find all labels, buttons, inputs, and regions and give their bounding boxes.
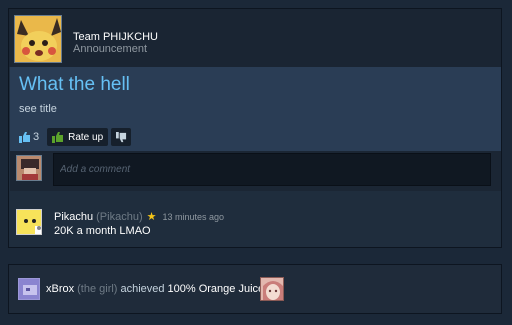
vote-row: 3 Rate up — [19, 127, 132, 147]
comment-item: Pikachu (Pikachu) ★ 13 minutes ago 20K a… — [10, 199, 501, 245]
comment-input[interactable] — [53, 153, 491, 186]
thumbs-down-icon — [115, 131, 126, 142]
upvote-count: 3 — [33, 131, 40, 143]
comment-compose — [10, 151, 501, 191]
achievement-icon[interactable] — [260, 277, 284, 301]
comment-meta: Pikachu (Pikachu) ★ 13 minutes ago — [54, 210, 224, 223]
rate-up-label: Rate up — [68, 131, 104, 143]
comment-author-alias: (Pikachu) — [96, 211, 143, 223]
user-avatar-icon — [19, 279, 39, 299]
comment-text: 20K a month LMAO — [54, 225, 151, 237]
thumbs-up-icon — [52, 132, 64, 143]
pikachu-avatar-icon — [17, 210, 41, 234]
comment-timestamp: 13 minutes ago — [162, 212, 225, 222]
achievement-name[interactable]: 100% Orange Juice — [168, 283, 265, 295]
thumbs-up-count-icon — [19, 132, 30, 143]
pikachu-face-icon — [15, 16, 61, 62]
rate-down-button[interactable] — [111, 128, 132, 146]
post-text: see title — [19, 103, 57, 115]
anime-girl-icon — [261, 278, 283, 300]
post-title[interactable]: What the hell — [19, 74, 130, 96]
announcement-card: Team PHIJKCHU Announcement What the hell… — [8, 8, 502, 248]
team-avatar[interactable] — [14, 15, 62, 63]
activity-text: xBrox (the girl) achieved 100% Orange Ju… — [46, 283, 264, 295]
activity-verb: achieved — [120, 283, 165, 295]
activity-item: xBrox (the girl) achieved 100% Orange Ju… — [8, 264, 502, 314]
post-type-label: Announcement — [73, 43, 147, 55]
activity-user-avatar[interactable] — [18, 278, 40, 300]
activity-user-alias: (the girl) — [77, 283, 118, 295]
commenter-avatar[interactable] — [16, 209, 42, 235]
team-name[interactable]: Team PHIJKCHU — [73, 31, 158, 43]
comment-author[interactable]: Pikachu — [54, 211, 93, 223]
activity-user[interactable]: xBrox — [46, 283, 74, 295]
rate-up-button[interactable]: Rate up — [47, 128, 109, 146]
user-avatar-icon — [17, 156, 41, 180]
announcement-body: What the hell see title 3 Rate up — [10, 67, 501, 151]
current-user-avatar[interactable] — [16, 155, 42, 181]
announcement-header: Team PHIJKCHU Announcement — [9, 9, 501, 67]
star-icon: ★ — [146, 211, 157, 223]
